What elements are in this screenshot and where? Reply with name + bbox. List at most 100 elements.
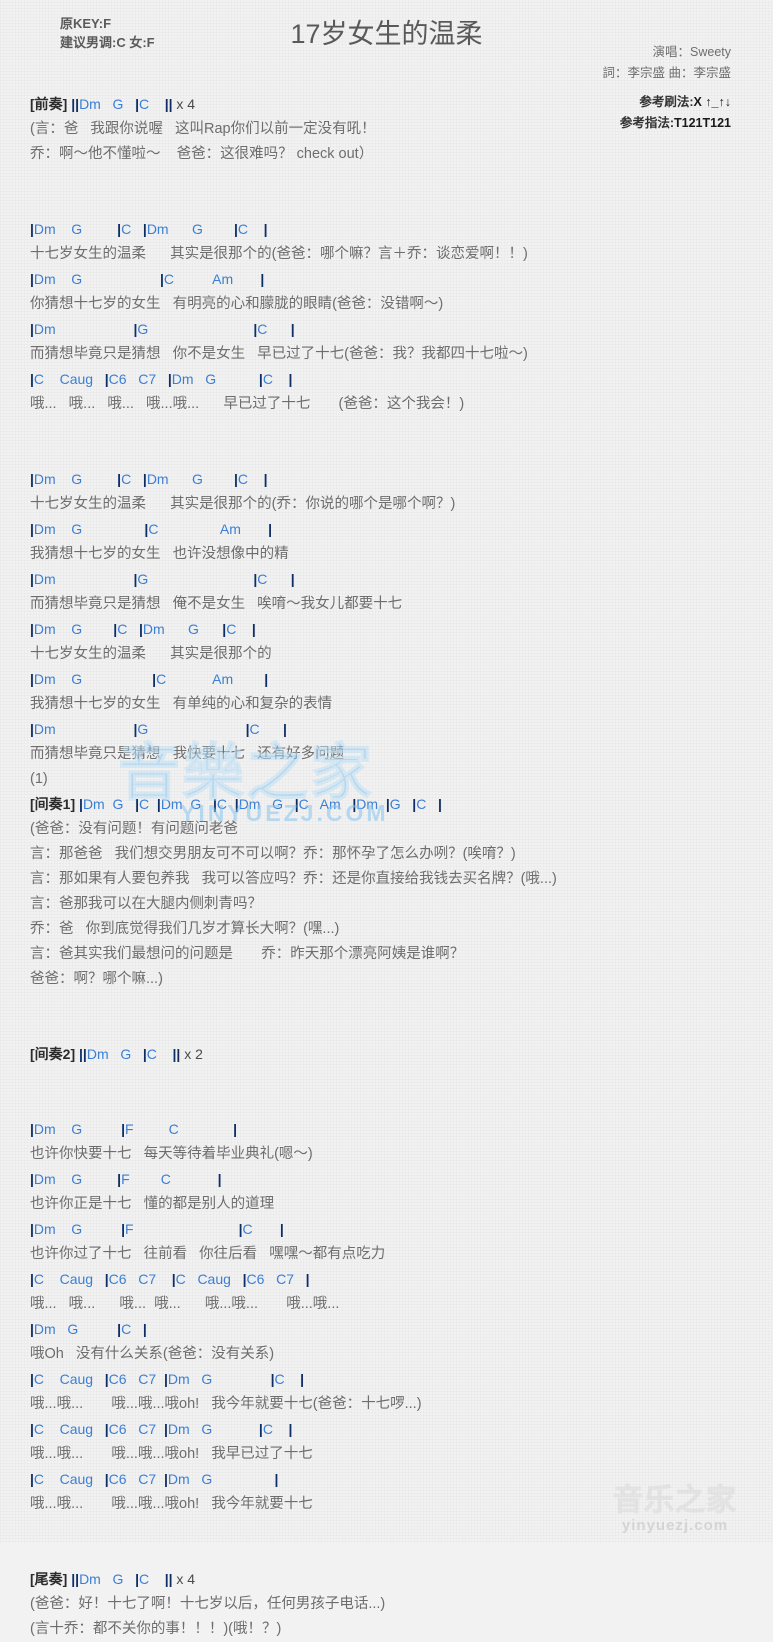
barline: | (263, 471, 268, 487)
lyric-line: 言：那如果有人要包养我 我可以答应吗？乔：还是你直接给我钱去买名牌？(哦...) (30, 871, 557, 887)
chord-token: C6 (108, 1271, 127, 1287)
chord-token: Am (219, 521, 241, 537)
chord-token: F (121, 1171, 130, 1187)
lyric-line: (爸爸：没有问题！有问题问老爸 (30, 821, 238, 837)
chord-token: C (298, 796, 309, 812)
chord-token: C (139, 96, 150, 112)
sheet-header: 原KEY:F 建议男调:C 女:F 17岁女生的温柔 演唱：Sweety 詞：李… (0, 0, 773, 130)
chord-token: C (121, 221, 132, 237)
chord-token: Dm (33, 221, 56, 237)
chord-token: Dm (33, 621, 56, 637)
chord-token: C (163, 271, 174, 287)
line-spacer (30, 442, 773, 467)
line-spacer (30, 1017, 773, 1042)
barline: | (260, 271, 265, 287)
chord-token: Caug (59, 1471, 94, 1487)
section-header-line: [前奏] ||Dm G |C || x 4 (30, 96, 196, 112)
barline: | (279, 1221, 284, 1237)
chord-token: Caug (59, 371, 94, 387)
barline: | (305, 1271, 310, 1287)
chord-token: G (67, 1321, 79, 1337)
chord-token: Dm (33, 271, 56, 287)
lyric-line: 言：爸那我可以在大腿内侧刺青吗？ (30, 896, 262, 912)
chord-token: Caug (59, 1371, 94, 1387)
chord-token: C (237, 221, 248, 237)
chord-token: C (138, 796, 150, 812)
chord-token: C (416, 796, 427, 812)
chord-line: |C Caug |C6 C7 |C Caug |C6 C7 | (30, 1267, 773, 1292)
chord-line: |Dm G |F C | (30, 1167, 773, 1192)
chord-token: G (191, 471, 203, 487)
barline: || (164, 96, 173, 112)
line-spacer (30, 992, 773, 1017)
chord-line: |C Caug |C6 C7 |Dm G |C | (30, 367, 773, 392)
chord-token: G (120, 1046, 132, 1062)
singer-line: 演唱：Sweety (652, 45, 732, 59)
barline: || (71, 96, 80, 112)
chord-token: G (71, 671, 83, 687)
chord-token: G (71, 471, 83, 487)
barline: | (300, 1371, 305, 1387)
lyric-line: (言十乔：都不关你的事！！！)(哦！？) (30, 1621, 282, 1637)
chord-line: |Dm |G |C | (30, 567, 773, 592)
chord-token: C (274, 1371, 285, 1387)
chord-token: C (33, 1271, 45, 1287)
chord-token: Dm (33, 1171, 56, 1187)
chord-token: Am (319, 796, 341, 812)
lyric-line: 我猜想十七岁的女生 有单纯的心和复杂的表情 (30, 696, 333, 712)
chord-token: G (201, 1371, 213, 1387)
chord-token: G (71, 1171, 83, 1187)
chord-lyric-body: [前奏] ||Dm G |C || x 4 (言：爸 我跟你说喔 这叫Rap你们以… (0, 92, 773, 1642)
line-spacer (30, 1542, 773, 1567)
chord-token: Dm (171, 371, 194, 387)
lyric-line: (1) (30, 771, 48, 787)
lyric-line: 也许你过了十七 往前看 你往后看 嘿嘿～都有点吃力 (30, 1246, 386, 1262)
lyric-line: 也许你正是十七 懂的都是别人的道理 (30, 1196, 275, 1212)
chord-token: Caug (59, 1271, 94, 1287)
chord-token: Dm (238, 796, 261, 812)
line-spacer (30, 417, 773, 442)
barline: | (233, 1121, 238, 1137)
chord-line: |Dm G |C |Dm G |C | (30, 467, 773, 492)
chord-token: C (33, 1371, 45, 1387)
lyric-line: 乔：爸 你到底觉得我们几岁才算长大啊？(嘿...) (30, 921, 340, 937)
chord-token: C (117, 621, 128, 637)
chord-token: C (121, 471, 132, 487)
chord-token: C6 (108, 1471, 127, 1487)
lyric-line: 而猜想毕竟只是猜想 我快要十七 还有好多问题 (30, 746, 345, 762)
chord-token: C (237, 471, 248, 487)
chord-token: G (71, 621, 83, 637)
chord-token: C6 (108, 1371, 127, 1387)
chord-token: Dm (33, 671, 56, 687)
barline: | (438, 796, 442, 812)
chord-token: Dm (33, 521, 56, 537)
lyric-line: 而猜想毕竟只是猜想 你不是女生 早已过了十七(爸爸：我？我都四十七啦～) (30, 346, 528, 362)
chord-token: G (112, 96, 124, 112)
chord-token: Dm (33, 571, 56, 587)
barline: || (164, 1571, 173, 1587)
barline: || (79, 1046, 87, 1062)
lyric-line: 你猜想十七岁的女生 有明亮的心和朦胧的眼睛(爸爸：没错啊～) (30, 296, 444, 312)
chord-line: |Dm G |C | (30, 1317, 773, 1342)
chord-token: C (33, 371, 45, 387)
chord-token: C (249, 721, 260, 737)
chord-line: |C Caug |C6 C7 |Dm G |C | (30, 1367, 773, 1392)
chord-token: G (191, 221, 203, 237)
lyric-line: (爸爸：好！十七了啊！十七岁以后，任何男孩子电话...) (30, 1596, 386, 1612)
chord-token: Dm (33, 1121, 56, 1137)
lyric-line: 我猜想十七岁的女生 也许没想像中的精 (30, 546, 289, 562)
chord-token: G (71, 521, 83, 537)
chord-line: |C Caug |C6 C7 |Dm G | (30, 1467, 773, 1492)
chord-token: C7 (276, 1271, 294, 1287)
line-spacer (30, 1092, 773, 1117)
chord-token: C (257, 571, 268, 587)
chord-token: C6 (246, 1271, 265, 1287)
chord-line: |Dm G |C Am | (30, 517, 773, 542)
section-header-line: [尾奏] ||Dm G |C || x 4 (30, 1571, 196, 1587)
chord-token: C7 (138, 1271, 157, 1287)
chord-token: C (160, 1171, 171, 1187)
section-label: [间奏2] (30, 1046, 76, 1062)
chord-token: Dm (86, 1046, 109, 1062)
chord-token: C (216, 796, 227, 812)
credits: 演唱：Sweety 詞：李宗盛 曲：李宗盛 (603, 42, 731, 84)
